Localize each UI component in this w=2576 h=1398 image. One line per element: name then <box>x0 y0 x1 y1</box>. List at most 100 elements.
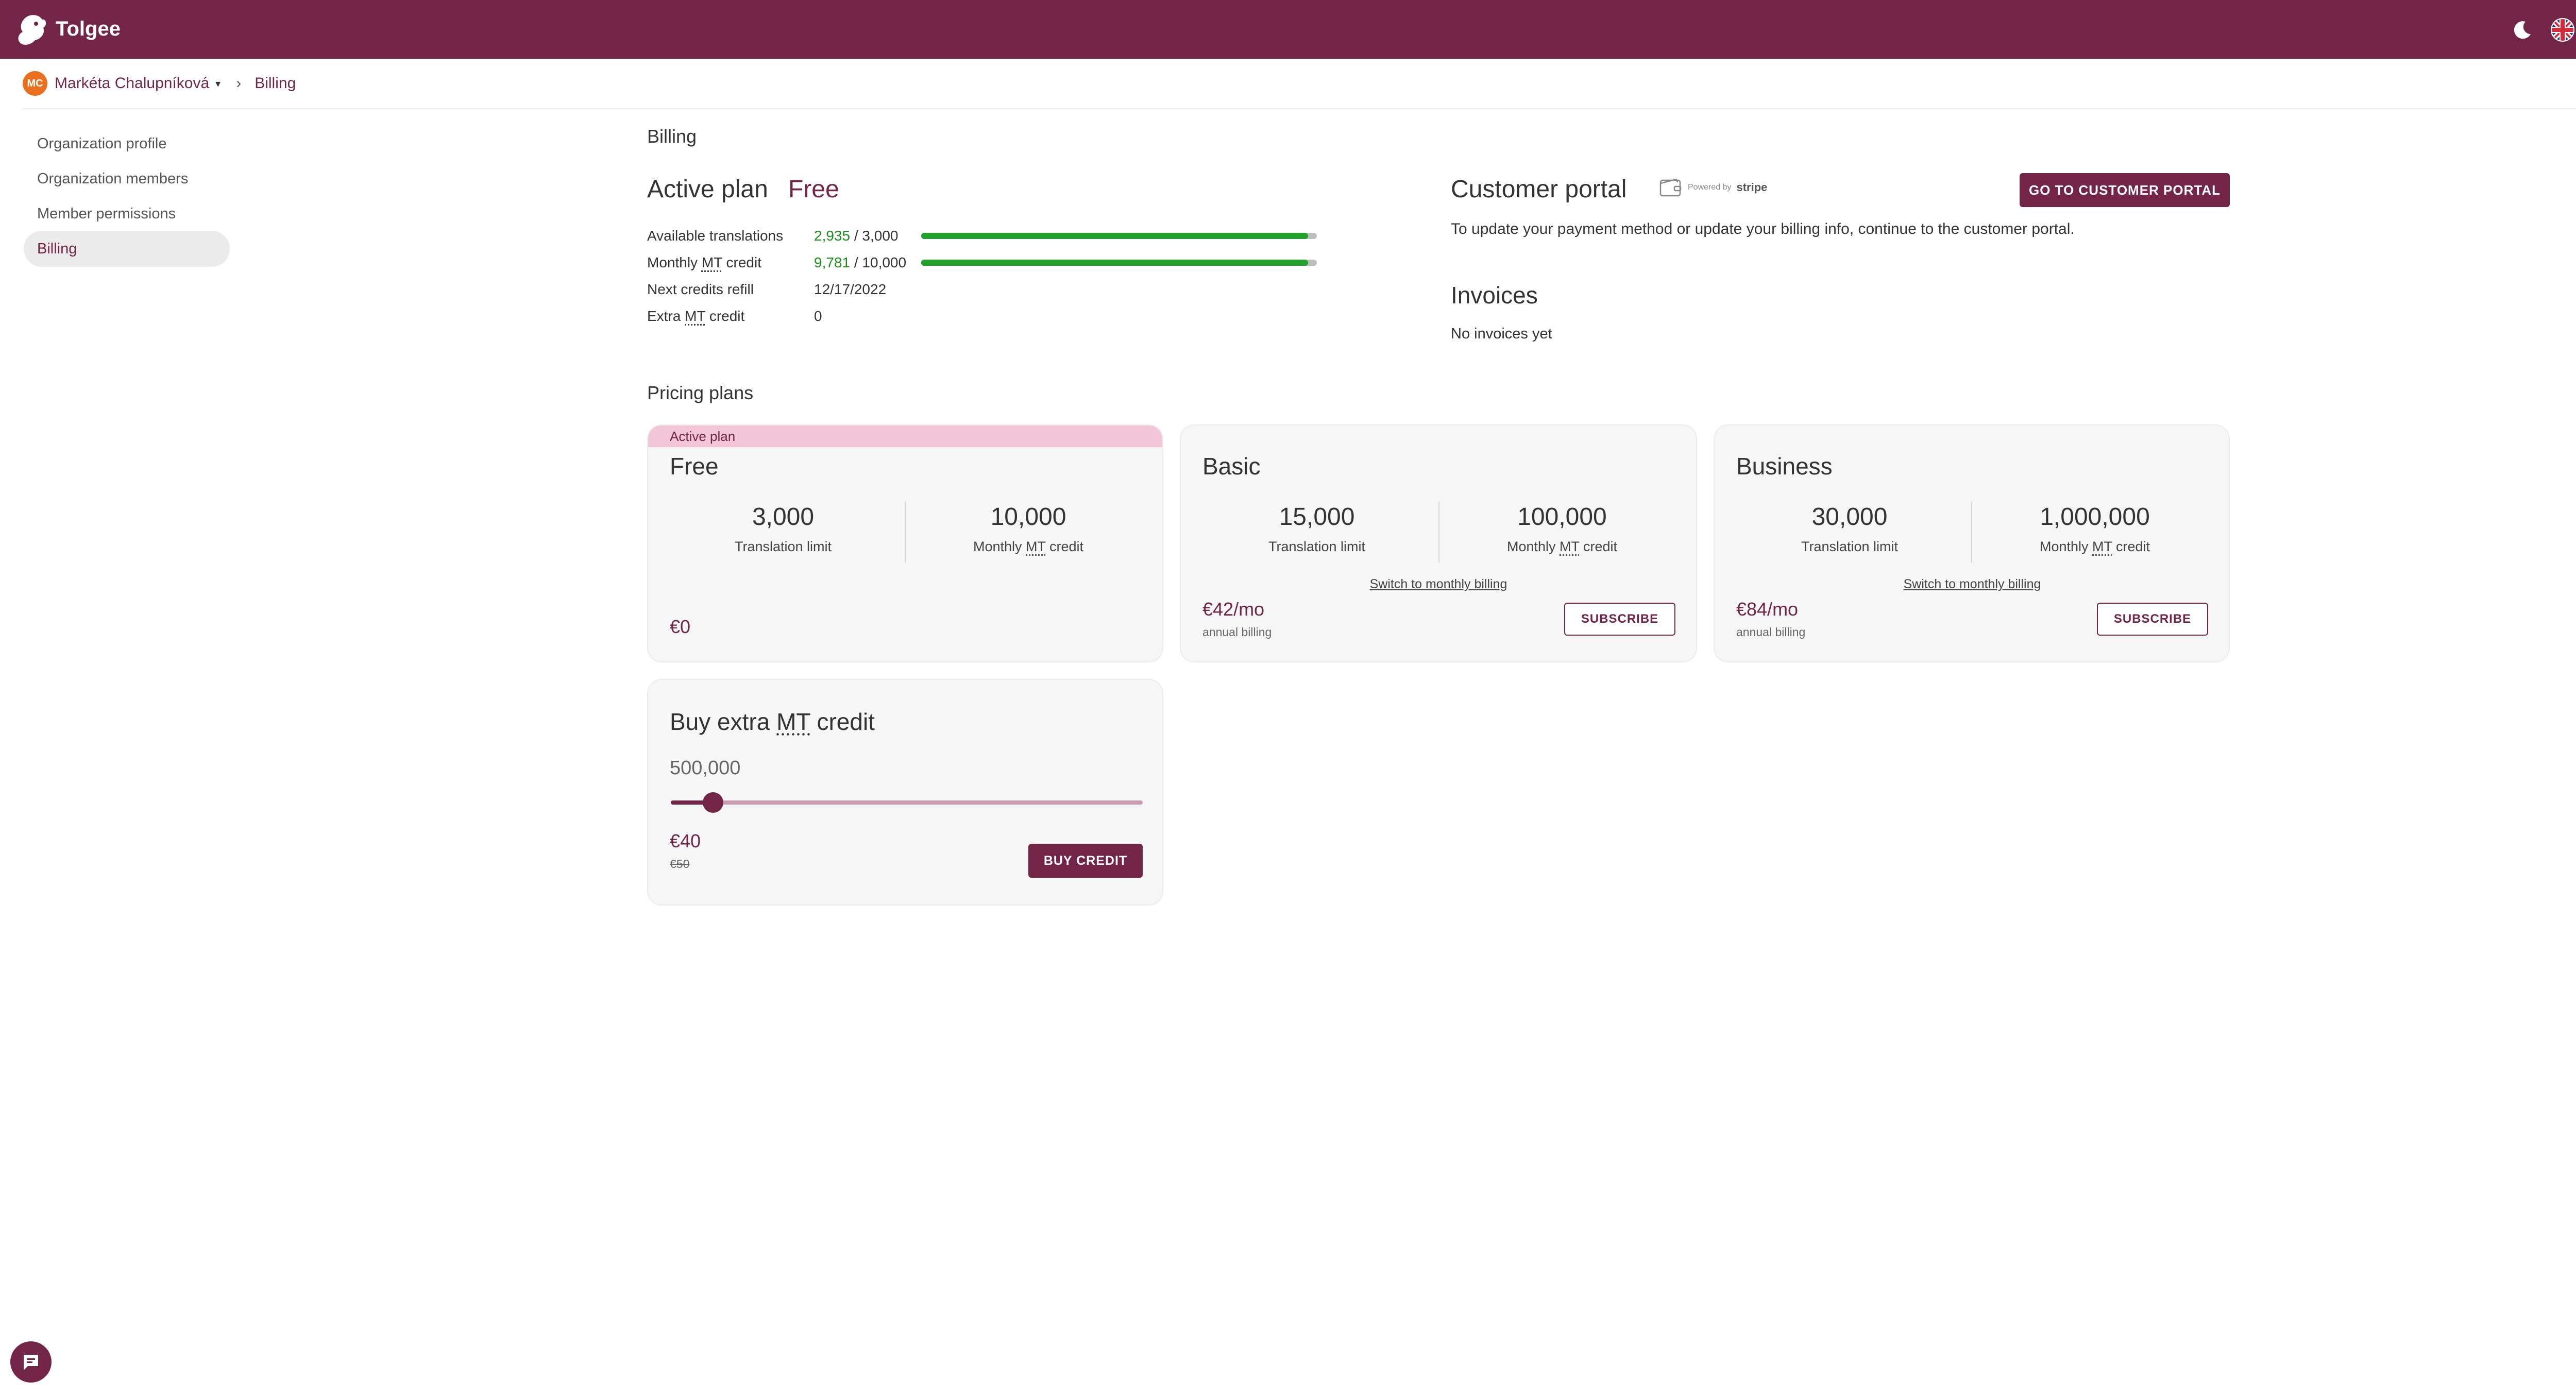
label-text: credit <box>2112 539 2150 554</box>
active-plan-badge: Active plan <box>648 425 1162 447</box>
go-to-customer-portal-button[interactable]: GO TO CUSTOMER PORTAL <box>2020 173 2230 207</box>
plan-name: Free <box>670 453 719 480</box>
monthly-mt-credit-used: 9,781 <box>814 254 851 270</box>
label-text: credit <box>1579 539 1618 554</box>
translation-limit-value: 3,000 <box>752 503 815 531</box>
available-translations-used: 2,935 <box>814 228 851 244</box>
price-note: annual billing <box>1202 625 1272 639</box>
top-bar: Tolgee <box>0 0 2576 59</box>
translation-limit-value: 15,000 <box>1279 503 1355 531</box>
chat-button[interactable] <box>10 1341 52 1383</box>
subscribe-button[interactable]: SUBSCRIBE <box>1564 603 1675 636</box>
monthly-mt-credit-label: Monthly MT credit <box>647 254 761 271</box>
credit-slider-thumb[interactable] <box>703 792 724 813</box>
sidebar-item-organization-members[interactable]: Organization members <box>24 161 230 197</box>
available-translations-progress-bar <box>921 233 1317 239</box>
mt-credit-value: 100,000 <box>1517 503 1607 531</box>
powered-by-text: Powered by <box>1688 183 1732 192</box>
sidebar-item-organization-profile[interactable]: Organization profile <box>24 126 230 162</box>
divider <box>23 108 2576 109</box>
mt-abbreviation: MT <box>701 254 722 270</box>
credit-old-price: €50 <box>670 857 690 871</box>
breadcrumb-current[interactable]: Billing <box>255 75 296 92</box>
chevron-down-icon[interactable]: ▾ <box>215 77 221 90</box>
stripe-badge: Powered by stripe <box>1659 177 1767 198</box>
translation-limit-label: Translation limit <box>734 539 832 554</box>
buy-credit-button[interactable]: BUY CREDIT <box>1028 844 1143 878</box>
active-plan-name: Free <box>788 176 839 203</box>
mt-abbreviation: MT <box>685 308 706 324</box>
mt-abbreviation: MT <box>2092 539 2112 554</box>
next-refill-value: 12/17/2022 <box>814 281 887 297</box>
divider <box>1971 502 1972 562</box>
translation-limit-label: Translation limit <box>1268 539 1366 554</box>
divider <box>905 502 906 562</box>
wallet-icon <box>1659 178 1682 197</box>
mt-credit-label: Monthly MT credit <box>1992 539 2198 555</box>
progress-fill <box>921 233 1309 239</box>
available-translations-value: 2,935 / 3,000 <box>814 228 899 244</box>
tolgee-logo-icon[interactable] <box>15 12 48 48</box>
available-translations-label: Available translations <box>647 228 784 244</box>
monthly-mt-credit-value: 9,781 / 10,000 <box>814 254 906 271</box>
plan-price: €0 <box>670 616 691 637</box>
invoices-empty: No invoices yet <box>1451 326 1552 342</box>
monthly-mt-credit-progress-bar <box>921 260 1317 266</box>
customer-portal-description: To update your payment method or update … <box>1451 220 2075 237</box>
progress-fill <box>921 260 1309 266</box>
plan-card-business: Business 30,000 Translation limit 1,000,… <box>1714 424 2230 662</box>
plan-name: Basic <box>1202 453 1261 480</box>
subscribe-button[interactable]: SUBSCRIBE <box>2097 603 2208 636</box>
switch-to-monthly-billing-link[interactable]: Switch to monthly billing <box>1869 577 2075 592</box>
sidebar-item-member-permissions[interactable]: Member permissions <box>24 196 230 232</box>
plan-price: €84/mo <box>1736 599 1799 620</box>
buy-extra-credit-card: Buy extra MT credit 500,000 €40 €50 BUY … <box>647 679 1163 906</box>
app-name[interactable]: Tolgee <box>56 16 121 41</box>
mt-abbreviation: MT <box>776 708 810 735</box>
stripe-logo: stripe <box>1736 181 1768 194</box>
label-text: Monthly <box>1506 539 1560 554</box>
uk-flag-icon[interactable] <box>2550 18 2575 42</box>
next-refill-label: Next credits refill <box>647 281 754 297</box>
mt-credit-value: 10,000 <box>990 503 1066 531</box>
active-plan-label: Active plan <box>647 176 768 203</box>
mt-abbreviation: MT <box>1560 539 1580 554</box>
switch-to-monthly-billing-link[interactable]: Switch to monthly billing <box>1335 577 1541 592</box>
label-text: credit <box>705 308 745 324</box>
sidebar-item-billing[interactable]: Billing <box>24 231 230 267</box>
breadcrumb-organization[interactable]: Markéta Chalupníková <box>55 75 209 92</box>
moon-icon[interactable] <box>2510 18 2535 42</box>
extra-mt-credit-label: Extra MT credit <box>647 308 744 325</box>
label-text: credit <box>722 254 761 270</box>
invoices-title: Invoices <box>1451 282 1538 309</box>
organization-avatar[interactable]: MC <box>23 71 47 96</box>
chevron-right-icon: › <box>236 75 242 92</box>
mt-credit-value: 1,000,000 <box>2040 503 2150 531</box>
chat-icon <box>24 1355 38 1370</box>
credit-slider-track[interactable] <box>671 800 1143 805</box>
plan-name: Business <box>1736 453 1833 480</box>
buy-extra-credit-title: Buy extra MT credit <box>670 708 875 736</box>
plan-card-free: Active plan Free 3,000 Translation limit… <box>647 424 1163 662</box>
mt-credit-label: Monthly MT credit <box>925 539 1131 555</box>
extra-mt-credit-value: 0 <box>814 308 822 324</box>
available-translations-total: / 3,000 <box>854 228 899 244</box>
credit-price: €40 <box>670 830 701 851</box>
pricing-plans-title: Pricing plans <box>647 382 754 403</box>
label-text: credit <box>1045 539 1084 554</box>
monthly-mt-credit-total: / 10,000 <box>854 254 907 270</box>
price-note: annual billing <box>1736 625 1806 639</box>
page-title: Billing <box>647 126 697 147</box>
label-text: Extra <box>647 308 685 324</box>
credit-amount: 500,000 <box>670 757 741 779</box>
customer-portal-title: Customer portal <box>1451 176 1627 203</box>
label-text: Monthly <box>647 254 702 270</box>
divider <box>1438 502 1439 562</box>
translation-limit-label: Translation limit <box>1801 539 1899 554</box>
label-text: Monthly <box>973 539 1026 554</box>
mt-abbreviation: MT <box>1026 539 1046 554</box>
translation-limit-value: 30,000 <box>1811 503 1888 531</box>
title-text: credit <box>810 708 875 735</box>
mt-credit-label: Monthly MT credit <box>1459 539 1665 555</box>
breadcrumb: MC Markéta Chalupníková ▾ › Billing <box>23 71 296 96</box>
